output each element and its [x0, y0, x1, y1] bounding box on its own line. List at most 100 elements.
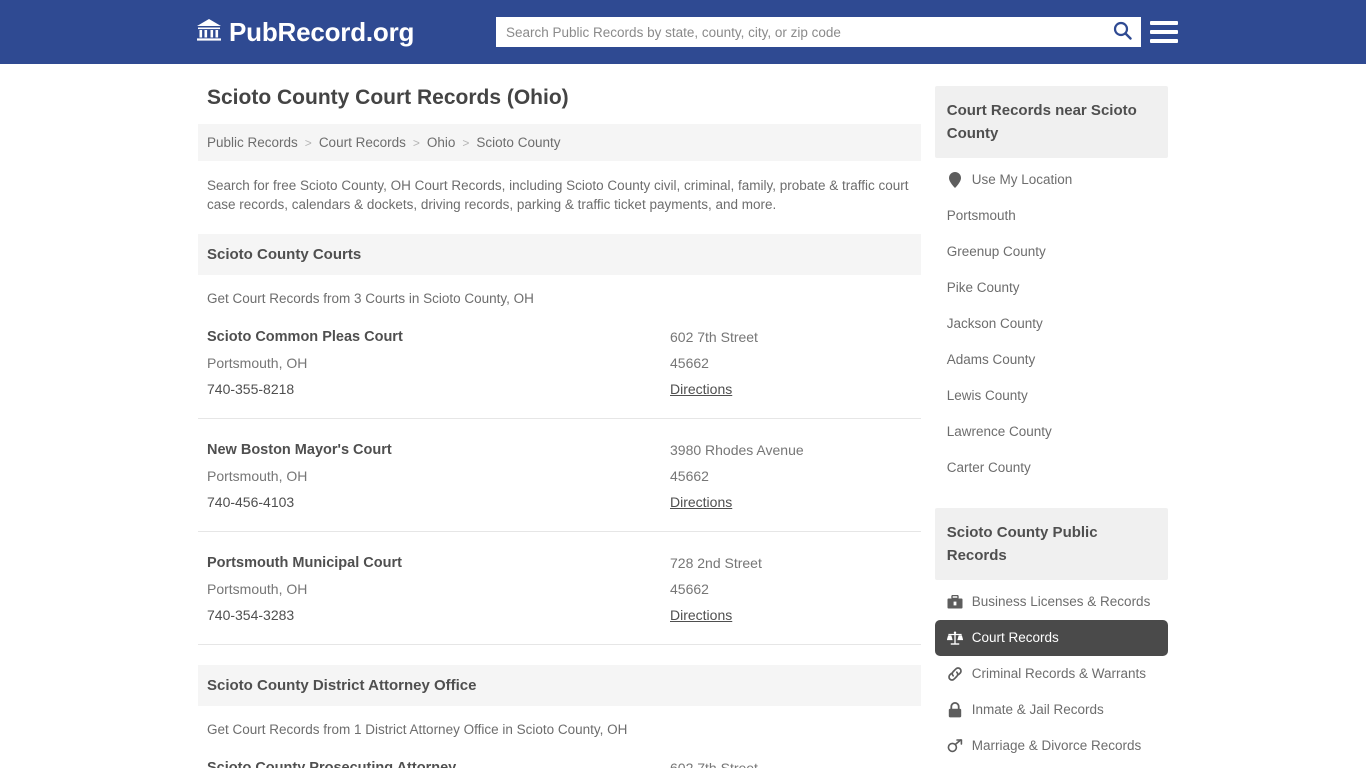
sidebar-item-business-licenses[interactable]: Business Licenses & Records — [935, 584, 1168, 620]
page-description: Search for free Scioto County, OH Court … — [198, 161, 921, 214]
gender-symbols-icon — [947, 738, 963, 754]
sidebar-item-label: Lawrence County — [947, 423, 1052, 441]
sidebar-item-marriage-divorce-records[interactable]: Marriage & Divorce Records — [935, 728, 1168, 764]
page-title: Scioto County Court Records (Ohio) — [198, 86, 921, 110]
section-subheading-district-attorney: Get Court Records from 1 District Attorn… — [198, 706, 921, 737]
sidebar: Court Records near Scioto County Use My … — [935, 86, 1168, 768]
content-container: Scioto County Court Records (Ohio) Publi… — [198, 86, 1168, 768]
sidebar-item-court-records[interactable]: Court Records — [935, 620, 1168, 656]
search-bar — [496, 17, 1141, 47]
table-row: Portsmouth Municipal Court Portsmouth, O… — [198, 532, 921, 645]
map-pin-icon — [947, 172, 963, 188]
record-name: New Boston Mayor's Court — [207, 437, 670, 463]
sidebar-item-adams-county[interactable]: Adams County — [935, 342, 1168, 378]
sidebar-public-records-list: Business Licenses & Records — [935, 580, 1168, 764]
record-address: 728 2nd Street — [670, 550, 912, 576]
section-heading-district-attorney: Scioto County District Attorney Office — [198, 665, 921, 706]
sidebar-item-label: Jackson County — [947, 315, 1043, 333]
site-header: PubRecord.org — [0, 0, 1366, 64]
sidebar-item-carter-county[interactable]: Carter County — [935, 450, 1168, 486]
sidebar-item-inmate-jail-records[interactable]: Inmate & Jail Records — [935, 692, 1168, 728]
search-input[interactable] — [496, 18, 1103, 46]
breadcrumb-item-public-records[interactable]: Public Records — [207, 135, 298, 150]
sidebar-item-lawrence-county[interactable]: Lawrence County — [935, 414, 1168, 450]
record-right-col: 602 7th Street 45662 Directions — [670, 755, 912, 768]
record-right-col: 728 2nd Street 45662 Directions — [670, 550, 912, 628]
sidebar-item-label: Greenup County — [947, 243, 1046, 261]
sidebar-item-portsmouth[interactable]: Portsmouth — [935, 198, 1168, 234]
briefcase-icon — [947, 594, 963, 610]
chain-link-icon — [947, 666, 963, 682]
sidebar-item-label: Inmate & Jail Records — [972, 701, 1104, 719]
sidebar-item-label: Carter County — [947, 459, 1031, 477]
sidebar-heading-public-records: Scioto County Public Records — [935, 508, 1168, 580]
sidebar-item-label: Use My Location — [972, 171, 1073, 189]
table-row: New Boston Mayor's Court Portsmouth, OH … — [198, 419, 921, 532]
record-address: 3980 Rhodes Avenue — [670, 437, 912, 463]
record-left-col: Scioto County Prosecuting Attorney Ports… — [207, 755, 670, 768]
search-icon — [1113, 21, 1132, 43]
record-zip: 45662 — [670, 350, 912, 376]
hamburger-menu-button[interactable] — [1150, 18, 1178, 46]
breadcrumb: Public Records > Court Records > Ohio > … — [198, 124, 921, 161]
sidebar-nearby-list: Use My Location Portsmouth Greenup Count… — [935, 158, 1168, 486]
page-body: Scioto County Court Records (Ohio) Publi… — [0, 64, 1366, 768]
sidebar-heading-nearby: Court Records near Scioto County — [935, 86, 1168, 158]
breadcrumb-item-ohio[interactable]: Ohio — [427, 135, 456, 150]
record-zip: 45662 — [670, 576, 912, 602]
record-address: 602 7th Street — [670, 324, 912, 350]
breadcrumb-separator-icon: > — [462, 136, 469, 150]
sidebar-item-label: Adams County — [947, 351, 1036, 369]
record-left-col: New Boston Mayor's Court Portsmouth, OH … — [207, 437, 670, 515]
breadcrumb-separator-icon: > — [413, 136, 420, 150]
directions-link[interactable]: Directions — [670, 376, 732, 402]
search-button[interactable] — [1103, 17, 1141, 47]
sidebar-item-criminal-records[interactable]: Criminal Records & Warrants — [935, 656, 1168, 692]
bank-columns-icon — [196, 18, 222, 47]
sidebar-item-jackson-county[interactable]: Jackson County — [935, 306, 1168, 342]
record-name: Scioto County Prosecuting Attorney — [207, 755, 670, 768]
table-row: Scioto Common Pleas Court Portsmouth, OH… — [198, 306, 921, 419]
record-zip: 45662 — [670, 463, 912, 489]
sidebar-item-label: Court Records — [972, 629, 1059, 647]
hamburger-menu-icon-bar — [1150, 30, 1178, 34]
breadcrumb-separator-icon: > — [305, 136, 312, 150]
sidebar-item-label: Business Licenses & Records — [972, 593, 1151, 611]
breadcrumb-item-court-records[interactable]: Court Records — [319, 135, 406, 150]
record-right-col: 602 7th Street 45662 Directions — [670, 324, 912, 402]
record-left-col: Scioto Common Pleas Court Portsmouth, OH… — [207, 324, 670, 402]
sidebar-item-pike-county[interactable]: Pike County — [935, 270, 1168, 306]
record-city: Portsmouth, OH — [207, 463, 670, 489]
record-address: 602 7th Street — [670, 755, 912, 768]
sidebar-item-label: Marriage & Divorce Records — [972, 737, 1142, 755]
section-heading-courts: Scioto County Courts — [198, 234, 921, 275]
record-left-col: Portsmouth Municipal Court Portsmouth, O… — [207, 550, 670, 628]
scales-of-justice-icon — [947, 630, 963, 646]
record-phone: 740-355-8218 — [207, 376, 670, 402]
record-city: Portsmouth, OH — [207, 350, 670, 376]
record-right-col: 3980 Rhodes Avenue 45662 Directions — [670, 437, 912, 515]
breadcrumb-item-scioto-county[interactable]: Scioto County — [476, 135, 560, 150]
record-phone: 740-354-3283 — [207, 602, 670, 628]
record-city: Portsmouth, OH — [207, 576, 670, 602]
sidebar-item-use-my-location[interactable]: Use My Location — [935, 162, 1168, 198]
record-name: Portsmouth Municipal Court — [207, 550, 670, 576]
lock-icon — [947, 702, 963, 718]
sidebar-item-label: Pike County — [947, 279, 1020, 297]
hamburger-menu-icon — [1150, 21, 1178, 25]
section-subheading-courts: Get Court Records from 3 Courts in Sciot… — [198, 275, 921, 306]
directions-link[interactable]: Directions — [670, 489, 732, 515]
hamburger-menu-icon-bar — [1150, 39, 1178, 43]
sidebar-item-lewis-county[interactable]: Lewis County — [935, 378, 1168, 414]
table-row: Scioto County Prosecuting Attorney Ports… — [198, 737, 921, 768]
sidebar-item-greenup-county[interactable]: Greenup County — [935, 234, 1168, 270]
record-phone: 740-456-4103 — [207, 489, 670, 515]
record-name: Scioto Common Pleas Court — [207, 324, 670, 350]
main-column: Scioto County Court Records (Ohio) Publi… — [198, 86, 921, 768]
site-logo-link[interactable]: PubRecord.org — [196, 17, 414, 48]
sidebar-item-label: Portsmouth — [947, 207, 1016, 225]
sidebar-public-records-block: Scioto County Public Records Business Li… — [935, 508, 1168, 764]
sidebar-item-label: Lewis County — [947, 387, 1028, 405]
site-brand-name: PubRecord.org — [229, 17, 414, 48]
directions-link[interactable]: Directions — [670, 602, 732, 628]
